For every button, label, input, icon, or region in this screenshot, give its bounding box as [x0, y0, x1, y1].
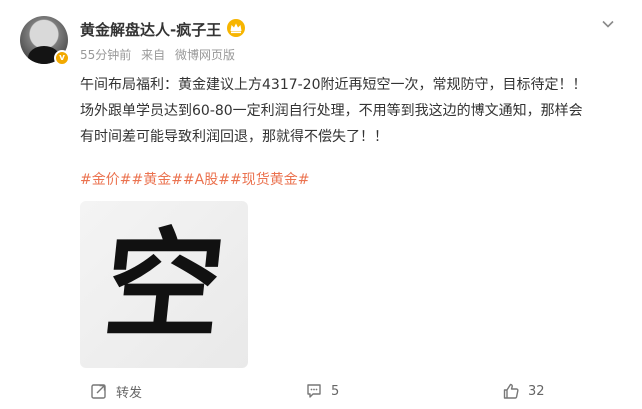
like-icon	[503, 383, 519, 399]
action-bar: 转发 5 32	[0, 378, 642, 404]
post-line: 场外跟单学员达到60-80一定利润自行处理，不用等到我这边的博文通知，那样会	[80, 103, 583, 119]
author-name[interactable]: 黄金解盘达人-疯子王	[80, 19, 221, 40]
post-source: 微博网页版	[174, 48, 235, 62]
crown-icon[interactable]	[226, 18, 246, 38]
calligraphy-glyph: 空	[97, 215, 231, 354]
hashtags[interactable]: #金价##黄金##A股##现货黄金#	[80, 169, 309, 189]
more-icon[interactable]	[600, 16, 616, 32]
like-button[interactable]: 32	[502, 378, 545, 404]
like-count: 32	[528, 383, 545, 399]
verified-badge-icon: v	[54, 50, 70, 66]
comment-icon	[307, 384, 321, 398]
post-line: 午间布局福利：黄金建议上方4317-20附近再短空一次，常规防守，目标待定！！	[80, 77, 587, 93]
post-line: 有时间差可能导致利润回退，那就得不偿失了！！	[80, 129, 388, 145]
comment-count: 5	[331, 383, 340, 399]
comment-button[interactable]: 5	[305, 378, 339, 404]
post-meta: 55分钟前 来自 微博网页版	[80, 46, 241, 63]
source-prefix: 来自	[141, 48, 166, 62]
repost-icon	[91, 384, 106, 399]
repost-label: 转发	[116, 385, 143, 401]
post-time[interactable]: 55分钟前	[80, 48, 131, 62]
post-image[interactable]: 空	[80, 201, 248, 368]
post-text: 午间布局福利：黄金建议上方4317-20附近再短空一次，常规防守，目标待定！！ …	[80, 72, 628, 150]
weibo-post-card: v 黄金解盘达人-疯子王 55分钟前 来自 微博网页版 午间布局福利：黄金建议上…	[0, 0, 642, 409]
repost-button[interactable]: 转发	[90, 378, 142, 404]
